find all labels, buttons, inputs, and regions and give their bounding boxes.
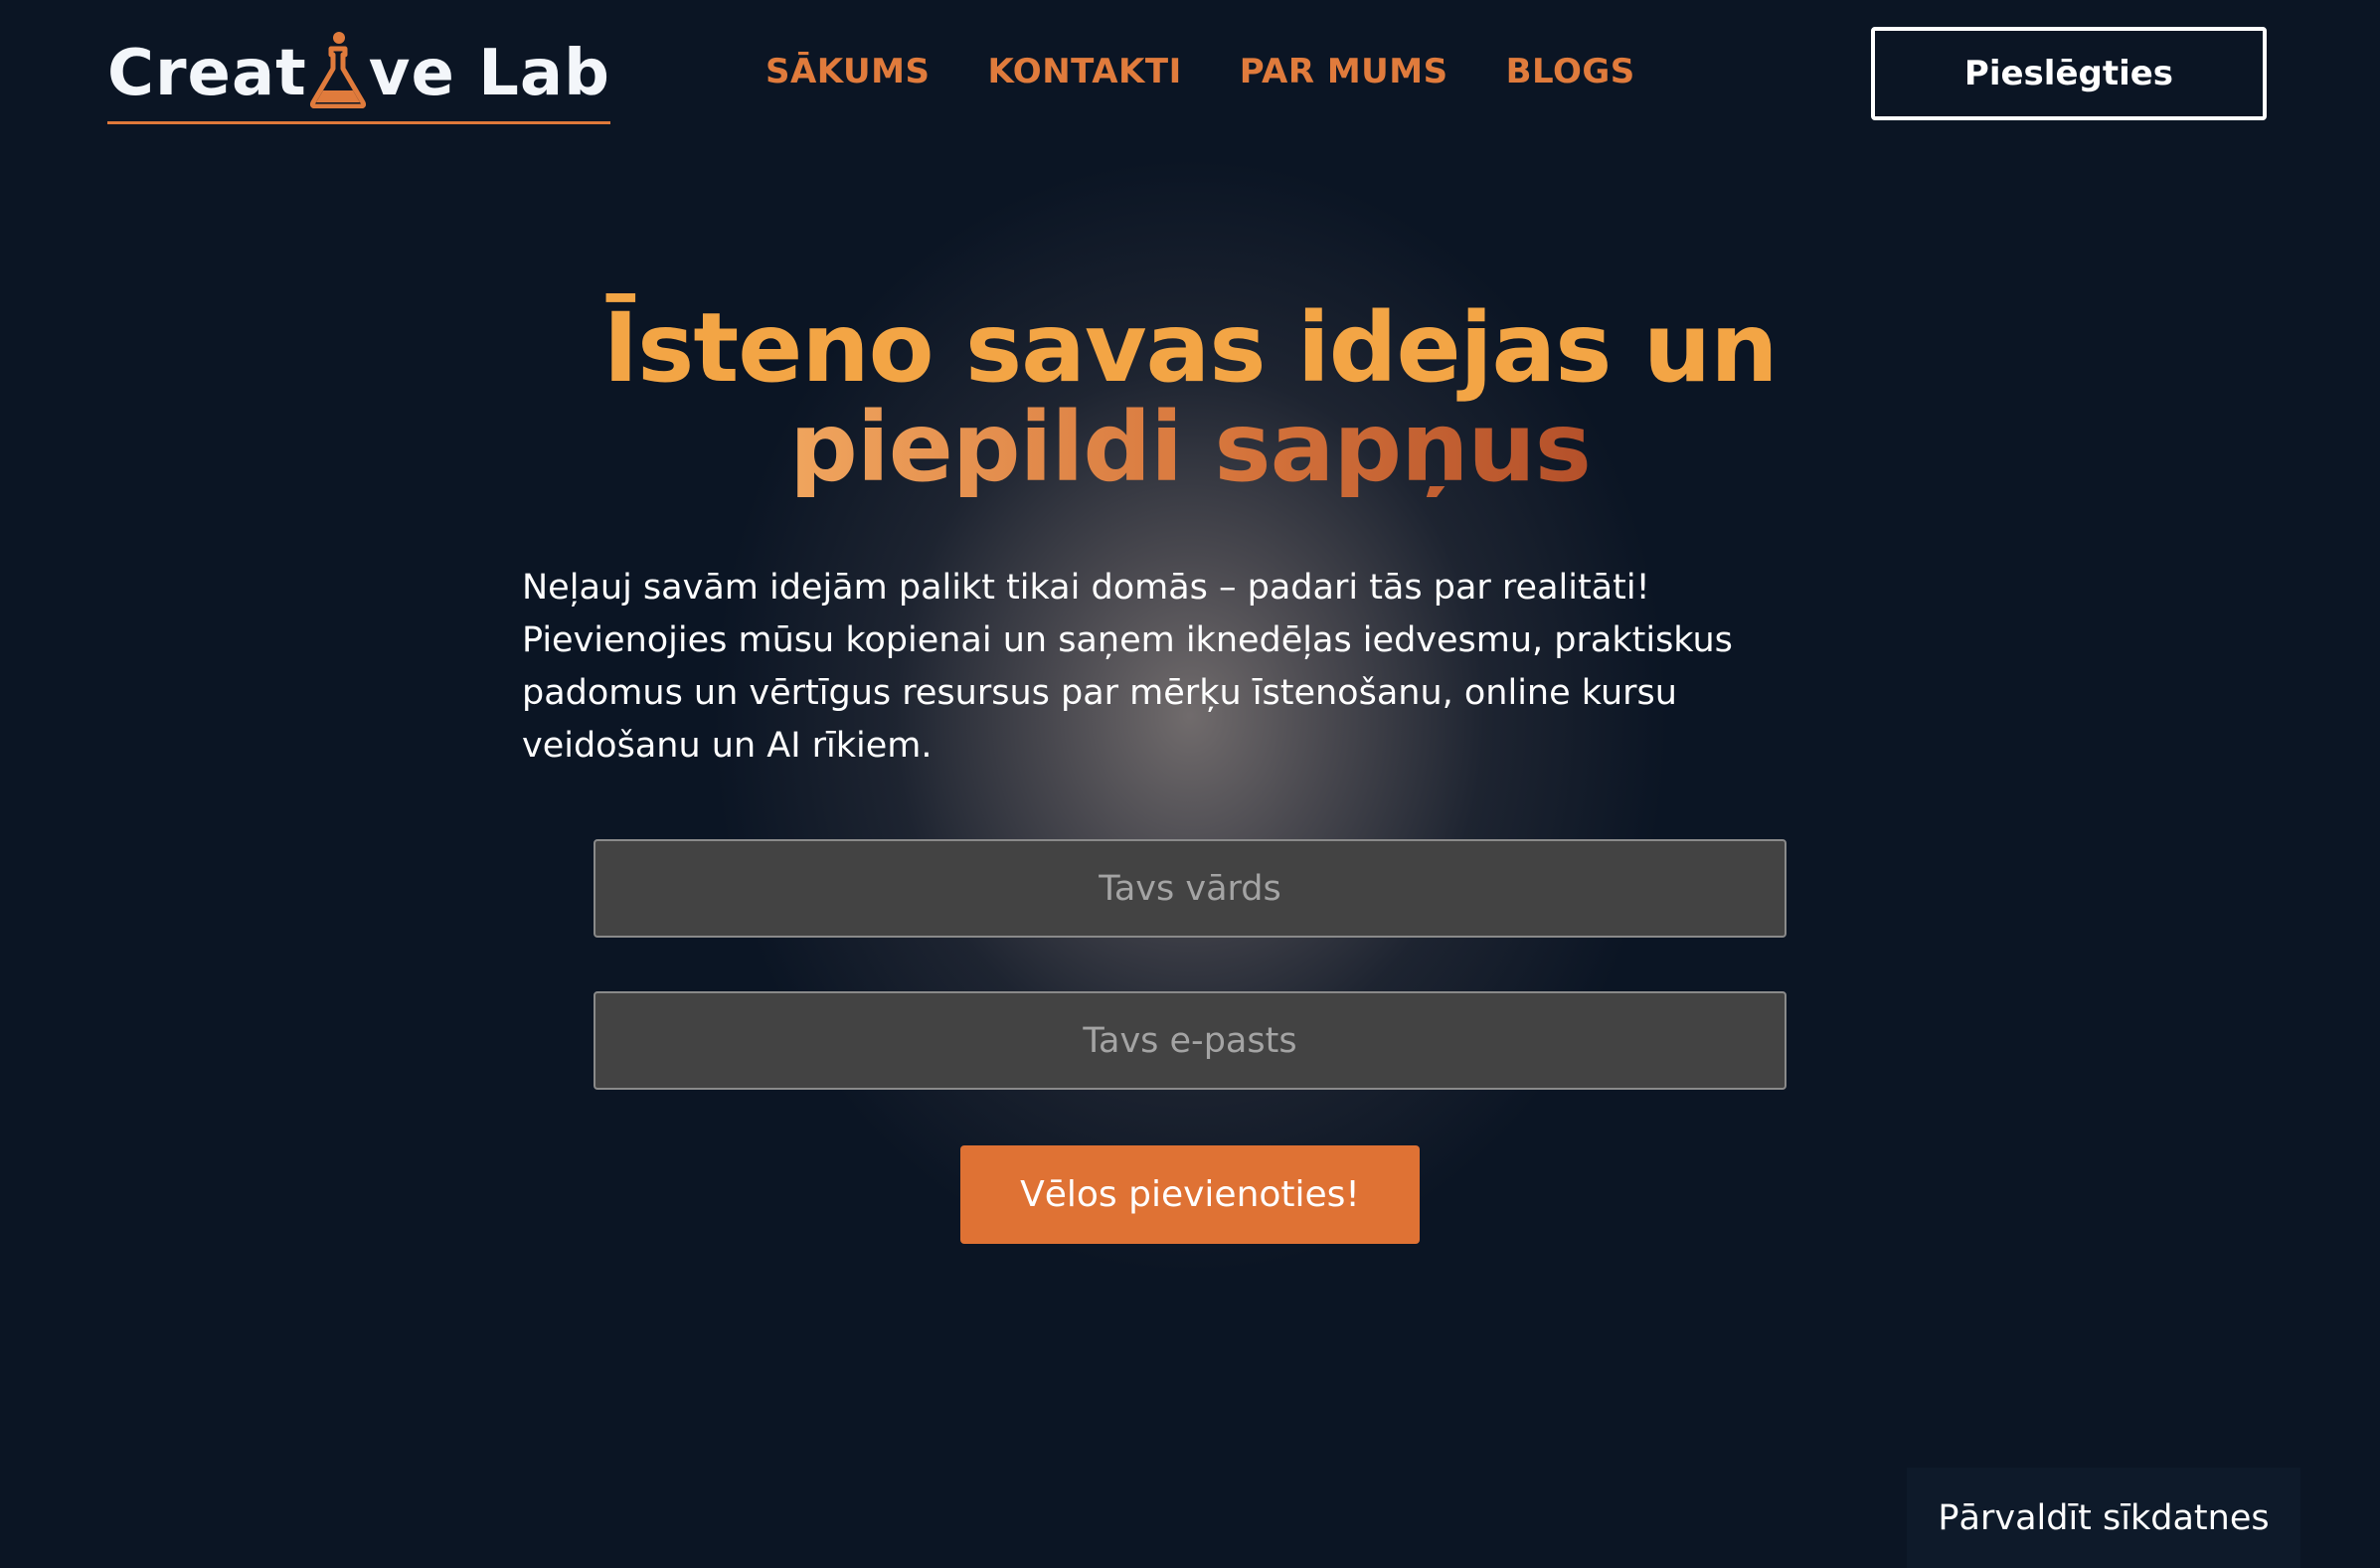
logo-text-prefix: Creat [107,37,307,110]
nav-item-blogs[interactable]: BLOGS [1506,52,1635,91]
hero-title-line1: Īsteno savas idejas un [602,292,1778,404]
name-input[interactable] [594,839,1786,938]
site-header: Creat ve Lab SĀKUMS KONTAKTI PAR MUMS BL… [0,0,2380,149]
hero-title-line2: piepildi sapņus [789,392,1592,503]
email-input[interactable] [594,991,1786,1090]
nav-item-sakums[interactable]: SĀKUMS [765,52,930,91]
nav-item-kontakti[interactable]: KONTAKTI [987,52,1181,91]
main-nav: SĀKUMS KONTAKTI PAR MUMS BLOGS [765,52,1635,91]
manage-cookies-button[interactable]: Pārvaldīt sīkdatnes [1907,1468,2300,1568]
flask-icon [309,31,367,109]
join-button[interactable]: Vēlos pievienoties! [960,1145,1420,1244]
hero-title: Īsteno savas idejas un piepildi sapņus [0,298,2380,497]
login-button[interactable]: Pieslēgties [1871,27,2267,120]
hero-background-glow [0,0,2380,1568]
logo-text-suffix: ve Lab [368,37,610,110]
hero-description: Neļauj savām idejām palikt tikai domās –… [522,568,1733,766]
nav-item-par-mums[interactable]: PAR MUMS [1240,52,1448,91]
logo[interactable]: Creat ve Lab [107,28,610,124]
